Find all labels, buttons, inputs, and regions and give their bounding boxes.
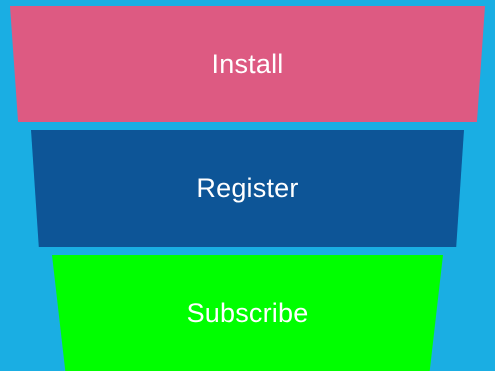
funnel-stage-register: Register — [31, 130, 464, 247]
funnel-stage-install: Install — [10, 6, 485, 122]
funnel-diagram: Install Register Subscribe — [0, 0, 495, 371]
funnel-stage-subscribe: Subscribe — [52, 255, 443, 371]
funnel-stage-subscribe-label: Subscribe — [186, 297, 309, 328]
funnel-stage-install-label: Install — [211, 48, 284, 79]
funnel-stage-register-label: Register — [196, 173, 299, 203]
